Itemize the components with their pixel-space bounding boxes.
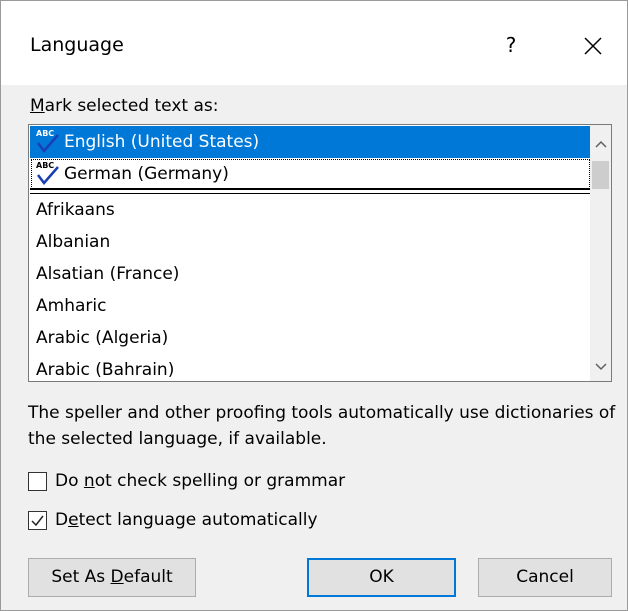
detect-language-checkbox[interactable]	[28, 510, 47, 530]
checkmark-icon	[31, 515, 44, 526]
list-label-access-key: M	[30, 96, 45, 116]
language-list: ABC English (United States) ABC German (Ger…	[30, 126, 591, 381]
language-list-item[interactable]: Arabic (Algeria)	[30, 322, 591, 354]
proofing-check-icon: ABC	[36, 161, 62, 185]
language-label: Arabic (Bahrain)	[36, 360, 175, 380]
language-list-item[interactable]: Amharic	[30, 290, 591, 322]
detect-access-key: e	[68, 510, 79, 530]
detect-language-option[interactable]: Detect language automatically	[28, 508, 318, 532]
list-label-text: ark selected text as:	[44, 96, 219, 116]
help-button[interactable]: ?	[489, 23, 533, 67]
proofing-check-icon: ABC	[36, 129, 62, 153]
language-label: Amharic	[36, 296, 107, 316]
dialog-title: Language	[30, 34, 124, 56]
set-default-pre: Set As	[51, 567, 111, 587]
language-listbox[interactable]: ABC English (United States) ABC German (Ger…	[28, 124, 612, 382]
chevron-up-icon	[594, 140, 607, 148]
close-button[interactable]	[571, 23, 615, 67]
language-list-item[interactable]: Albanian	[30, 226, 591, 258]
do-not-check-access-key: n	[83, 471, 95, 491]
language-list-item[interactable]: Alsatian (France)	[30, 258, 591, 290]
do-not-check-label-post: ot check spelling or grammar	[94, 471, 346, 491]
chevron-down-icon	[594, 363, 607, 371]
detect-label-post: tect language automatically	[78, 510, 318, 530]
scroll-up-button[interactable]	[590, 133, 611, 154]
language-list-item[interactable]: Arabic (Bahrain)	[30, 354, 591, 381]
set-as-default-button[interactable]: Set As Default	[28, 558, 196, 597]
scroll-thumb[interactable]	[592, 161, 609, 189]
do-not-check-option[interactable]: Do not check spelling or grammar	[28, 469, 345, 493]
language-list-item[interactable]: Afrikaans	[30, 194, 591, 226]
cancel-button[interactable]: Cancel	[478, 558, 612, 597]
language-label: German (Germany)	[64, 164, 229, 184]
proofing-description: The speller and other proofing tools aut…	[28, 403, 616, 449]
title-bar: Language ?	[1, 1, 627, 85]
language-label: Afrikaans	[36, 200, 115, 220]
detect-label-pre: D	[55, 510, 69, 530]
language-label: Alsatian (France)	[36, 264, 180, 284]
scroll-down-button[interactable]	[590, 356, 611, 377]
do-not-check-checkbox[interactable]	[28, 471, 47, 491]
language-list-item[interactable]: ABC English (United States)	[30, 126, 591, 158]
ok-button[interactable]: OK	[307, 558, 456, 597]
language-label: Arabic (Algeria)	[36, 328, 169, 348]
language-label: English (United States)	[64, 132, 260, 152]
set-default-access-key: D	[110, 567, 124, 587]
language-label: Albanian	[36, 232, 111, 252]
set-default-post: efault	[123, 567, 173, 587]
language-dialog: Language ? Mark selected text as: ABC Eng…	[0, 0, 628, 611]
list-label: Mark selected text as:	[30, 96, 218, 116]
language-list-item[interactable]: ABC German (Germany)	[30, 158, 591, 190]
do-not-check-label-pre: Do	[55, 471, 84, 491]
list-scrollbar[interactable]	[590, 125, 611, 381]
close-icon	[584, 36, 602, 55]
